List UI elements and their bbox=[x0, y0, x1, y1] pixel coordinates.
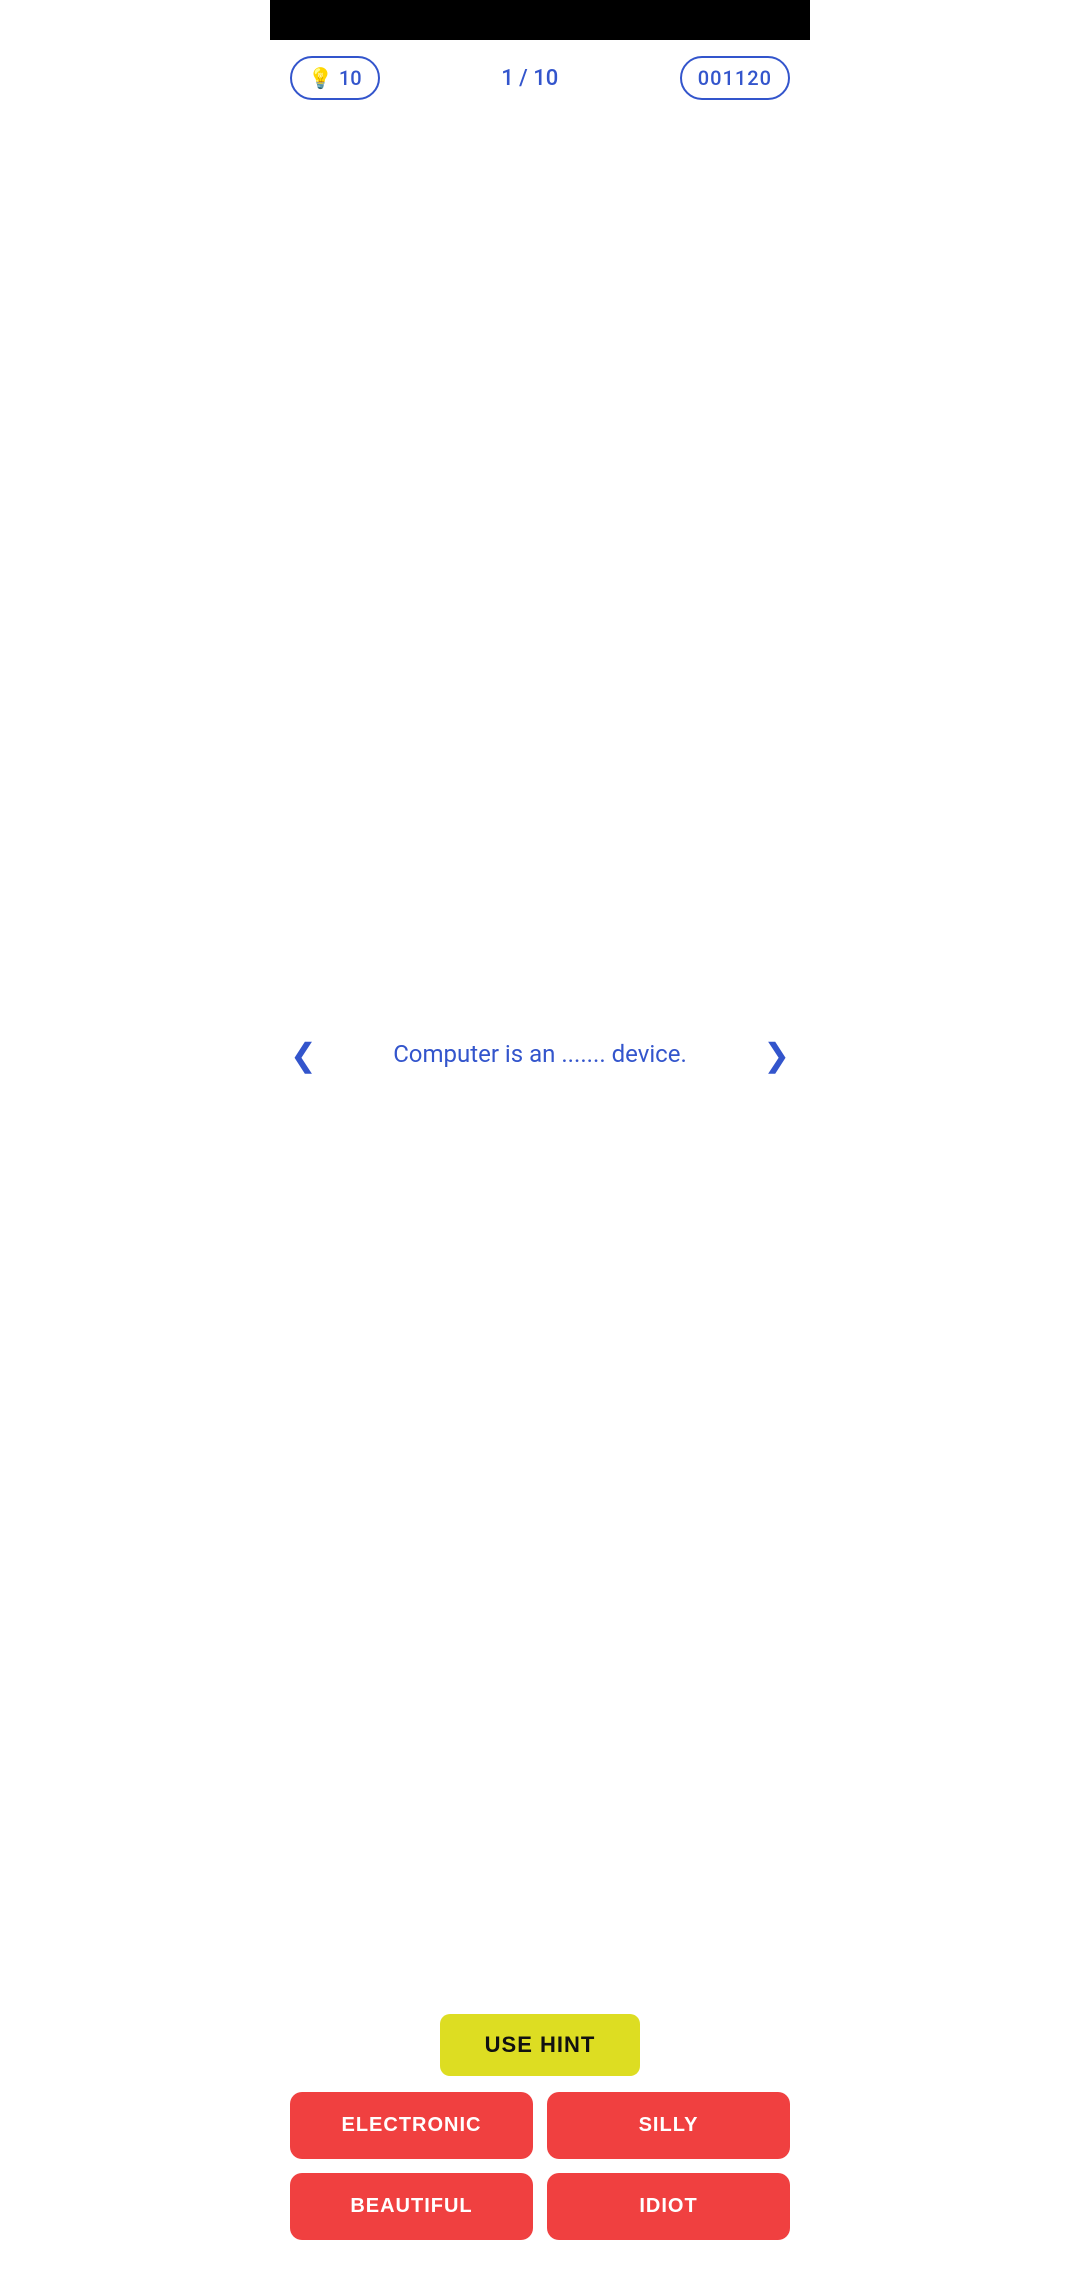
prev-button[interactable]: ❮ bbox=[280, 1026, 327, 1084]
next-button[interactable]: ❯ bbox=[753, 1026, 800, 1084]
hints-badge: 💡 10 bbox=[290, 56, 380, 100]
hints-count: 10 bbox=[339, 66, 362, 90]
status-bar bbox=[270, 0, 810, 40]
score-badge: 001120 bbox=[680, 56, 790, 100]
answers-grid: ELECTRONIC SILLY BEAUTIFUL IDIOT bbox=[290, 2092, 790, 2240]
progress-indicator: 1 / 10 bbox=[501, 66, 558, 91]
header: 💡 10 1 / 10 001120 bbox=[270, 40, 810, 116]
question-text: Computer is an ....... device. bbox=[333, 1038, 747, 1072]
bulb-icon: 💡 bbox=[308, 66, 333, 90]
bottom-section: USE HINT ELECTRONIC SILLY BEAUTIFUL IDIO… bbox=[270, 1994, 810, 2280]
use-hint-button[interactable]: USE HINT bbox=[440, 2014, 640, 2076]
answer-beautiful[interactable]: BEAUTIFUL bbox=[290, 2173, 533, 2240]
answer-silly[interactable]: SILLY bbox=[547, 2092, 790, 2159]
answer-idiot[interactable]: IDIOT bbox=[547, 2173, 790, 2240]
answer-electronic[interactable]: ELECTRONIC bbox=[290, 2092, 533, 2159]
question-area: ❮ Computer is an ....... device. ❯ bbox=[270, 116, 810, 1994]
